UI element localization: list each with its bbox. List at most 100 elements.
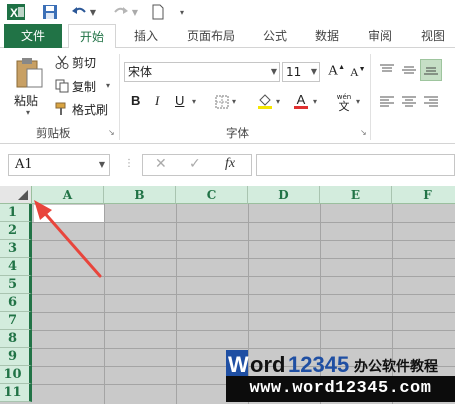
borders-icon[interactable] — [214, 94, 230, 110]
row-header-3[interactable]: 3 — [0, 240, 32, 258]
cancel-icon[interactable]: ✕ — [155, 156, 167, 172]
align-middle-icon[interactable] — [400, 62, 418, 78]
select-all-button[interactable] — [0, 186, 32, 204]
font-color-icon[interactable]: A — [292, 92, 310, 110]
undo-icon[interactable] — [70, 2, 88, 22]
row-header-4[interactable]: 4 — [0, 258, 32, 276]
watermark-logo: W ord 12345 办公软件教程 — [226, 348, 455, 378]
watermark-tagline: 办公软件教程 — [354, 358, 438, 375]
underline-dropdown-icon[interactable]: ▾ — [192, 97, 196, 106]
align-bottom-icon[interactable] — [420, 59, 442, 81]
copy-dropdown-icon[interactable]: ▾ — [106, 81, 110, 90]
ribbon-home: 粘贴 ▾ 剪切 复制 ▾ 格式刷 剪贴板 ↘ 宋体 ▼ 11 ▼ A▲ A▼ B… — [0, 48, 455, 144]
italic-button[interactable]: I — [155, 93, 159, 109]
copy-icon[interactable] — [54, 78, 70, 94]
gridline — [104, 204, 105, 404]
group-divider — [370, 54, 371, 140]
column-header-f[interactable]: F — [392, 186, 455, 204]
column-header-b[interactable]: B — [104, 186, 176, 204]
phonetic-guide-icon[interactable]: wén 文 — [332, 90, 356, 114]
column-header-e[interactable]: E — [320, 186, 392, 204]
row-header-9[interactable]: 9 — [0, 348, 32, 366]
fill-color-icon[interactable] — [256, 92, 274, 110]
quick-access-toolbar: X ▼ ▼ ▾ — [0, 0, 455, 24]
watermark-brand-rest: ord — [250, 352, 285, 377]
fill-color-dropdown-icon[interactable]: ▾ — [276, 97, 280, 106]
redo-icon[interactable] — [112, 2, 130, 22]
row-header-7[interactable]: 7 — [0, 312, 32, 330]
cut-icon[interactable] — [54, 54, 70, 70]
enter-icon[interactable]: ✓ — [189, 156, 201, 172]
formula-bar: A1 ▼ ⋮ ✕ ✓ fx — [0, 144, 455, 186]
align-right-icon[interactable] — [422, 94, 440, 110]
name-box-value: A1 — [15, 157, 33, 172]
phonetic-dropdown-icon[interactable]: ▾ — [356, 97, 360, 106]
tab-home[interactable]: 开始 — [68, 24, 116, 49]
row-header-2[interactable]: 2 — [0, 222, 32, 240]
column-header-a[interactable]: A — [32, 186, 104, 204]
row-header-5[interactable]: 5 — [0, 276, 32, 294]
paste-dropdown-icon[interactable]: ▾ — [26, 108, 30, 117]
gridline — [32, 258, 455, 259]
undo-dropdown-icon[interactable]: ▼ — [88, 2, 98, 22]
chevron-down-icon: ▼ — [270, 67, 277, 76]
tab-page-layout[interactable]: 页面布局 — [178, 24, 244, 48]
excel-logo-icon: X — [6, 2, 26, 22]
gridline — [176, 204, 177, 404]
font-size-select[interactable]: 11 ▼ — [282, 62, 320, 82]
insert-function-icon[interactable]: fx — [225, 156, 235, 172]
row-header-1[interactable]: 1 — [0, 204, 32, 222]
align-top-icon[interactable] — [378, 62, 396, 78]
tab-review[interactable]: 审阅 — [358, 24, 402, 48]
font-family-value: 宋体 — [128, 65, 153, 79]
borders-dropdown-icon[interactable]: ▾ — [232, 97, 236, 106]
row-header-8[interactable]: 8 — [0, 330, 32, 348]
font-color-dropdown-icon[interactable]: ▾ — [313, 97, 317, 106]
active-cell-a1[interactable] — [34, 205, 104, 222]
tab-file[interactable]: 文件 — [4, 24, 62, 48]
ribbon-tabs: 文件 开始 插入 页面布局 公式 数据 审阅 视图 — [0, 24, 455, 49]
increase-font-size-icon[interactable]: A▲ — [328, 63, 345, 80]
svg-text:X: X — [10, 6, 18, 20]
row-header-11[interactable]: 11 — [0, 384, 32, 402]
gridline — [32, 240, 455, 241]
gridline — [32, 312, 455, 313]
gridline — [32, 330, 455, 331]
paste-label[interactable]: 粘贴 — [14, 92, 38, 109]
tab-data[interactable]: 数据 — [306, 24, 348, 48]
watermark-url: www.word12345.com — [226, 376, 455, 402]
formula-input[interactable] — [256, 154, 455, 176]
row-header-6[interactable]: 6 — [0, 294, 32, 312]
tab-view[interactable]: 视图 — [412, 24, 454, 48]
row-header-10[interactable]: 10 — [0, 366, 32, 384]
copy-label[interactable]: 复制 — [72, 78, 96, 95]
group-divider — [119, 54, 120, 140]
align-left-icon[interactable] — [378, 94, 396, 110]
format-painter-icon[interactable] — [54, 101, 70, 117]
splitter-handle-icon[interactable]: ⋮ — [124, 158, 134, 169]
font-group-label: 字体 — [226, 126, 249, 140]
font-launcher-icon[interactable]: ↘ — [360, 128, 367, 137]
underline-button[interactable]: U — [175, 93, 184, 108]
cut-label[interactable]: 剪切 — [72, 54, 96, 71]
gridline — [32, 222, 455, 223]
font-family-select[interactable]: 宋体 ▼ — [124, 62, 280, 82]
decrease-font-size-icon[interactable]: A▼ — [350, 65, 366, 80]
watermark-brand-prefix: W — [228, 352, 249, 377]
tab-insert[interactable]: 插入 — [124, 24, 168, 48]
chevron-down-icon: ▼ — [98, 160, 105, 169]
formula-buttons: ✕ ✓ fx — [142, 154, 252, 176]
align-center-icon[interactable] — [400, 94, 418, 110]
format-painter-label[interactable]: 格式刷 — [72, 101, 108, 118]
column-header-c[interactable]: C — [176, 186, 248, 204]
column-header-d[interactable]: D — [248, 186, 320, 204]
save-icon[interactable] — [40, 2, 60, 22]
clipboard-launcher-icon[interactable]: ↘ — [108, 128, 115, 137]
new-document-icon[interactable] — [150, 2, 166, 22]
customize-qat-icon[interactable]: ▾ — [176, 2, 188, 22]
name-box[interactable]: A1 ▼ — [8, 154, 110, 176]
paste-icon[interactable] — [12, 56, 46, 90]
bold-button[interactable]: B — [131, 93, 140, 108]
tab-formulas[interactable]: 公式 — [254, 24, 296, 48]
redo-dropdown-icon[interactable]: ▼ — [130, 2, 140, 22]
